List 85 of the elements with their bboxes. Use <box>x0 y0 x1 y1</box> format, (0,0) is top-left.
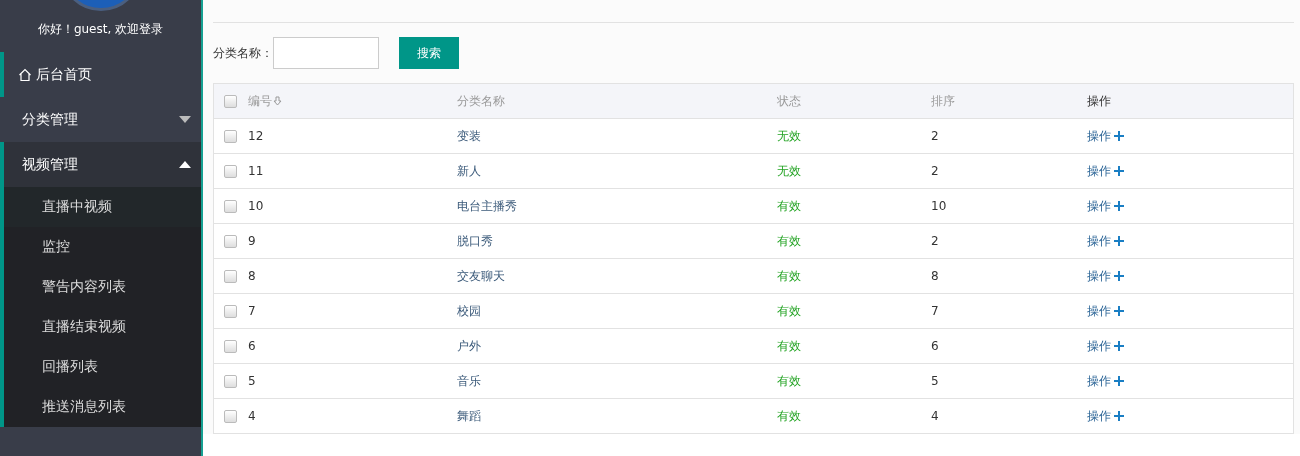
checkbox[interactable] <box>224 374 237 388</box>
plus-icon <box>1114 201 1124 211</box>
submenu-item[interactable]: 直播中视频 <box>4 187 201 227</box>
table-cell-text: 5 <box>931 374 940 388</box>
action-link[interactable]: 操作 <box>1087 197 1124 215</box>
submenu-item[interactable]: 回播列表 <box>4 347 201 387</box>
table-cell-text: 10 <box>931 199 948 213</box>
table-cell-text: 12 <box>248 129 265 143</box>
sort-icon[interactable] <box>273 96 282 106</box>
checkbox[interactable] <box>224 94 237 108</box>
table-cell-text: 有效 <box>777 197 802 215</box>
table-cell-text: 无效 <box>777 127 802 145</box>
table-cell-text: 舞蹈 <box>457 407 482 425</box>
field-label: 分类名称： <box>213 44 273 62</box>
plus-icon <box>1114 341 1124 351</box>
plus-icon <box>1114 306 1124 316</box>
plus-icon <box>1114 236 1124 246</box>
table-cell-text: 5 <box>248 374 257 388</box>
table-cell-text: 8 <box>248 269 257 283</box>
menu-group[interactable]: 视频管理 <box>4 142 201 187</box>
table-cell-text: 电台主播秀 <box>457 197 518 215</box>
table-cell-text: 变装 <box>457 127 482 145</box>
action-link[interactable]: 操作 <box>1087 302 1124 320</box>
caret-up-icon <box>179 161 191 168</box>
submenu-item[interactable]: 直播结束视频 <box>4 307 201 347</box>
action-link[interactable]: 操作 <box>1087 232 1124 250</box>
table-cell-text: 11 <box>248 164 265 178</box>
column-header: 分类名称 <box>457 92 505 110</box>
table-cell-text: 7 <box>248 304 257 318</box>
table-cell-text: 2 <box>931 234 940 248</box>
table-cell-text: 有效 <box>777 232 802 250</box>
table-cell-text: 校园 <box>457 302 482 320</box>
plus-icon <box>1114 376 1124 386</box>
table-cell-text: 无效 <box>777 162 802 180</box>
column-header: 编号 <box>248 92 272 110</box>
checkbox[interactable] <box>224 304 237 318</box>
table-cell-text: 脱口秀 <box>457 232 494 250</box>
greeting: 你好！guest, 欢迎登录 <box>36 21 165 38</box>
column-header: 状态 <box>777 92 801 110</box>
action-link[interactable]: 操作 <box>1087 407 1124 425</box>
table-cell-text: 有效 <box>777 407 802 425</box>
table-cell-text: 户外 <box>457 337 482 355</box>
table-cell-text: 6 <box>931 339 940 353</box>
table-cell-text: 9 <box>248 234 257 248</box>
checkbox[interactable] <box>224 339 237 353</box>
table-cell-text: 有效 <box>777 302 802 320</box>
table-cell-text: 8 <box>931 269 940 283</box>
table-cell-text: 7 <box>931 304 940 318</box>
table-cell-text: 有效 <box>777 267 802 285</box>
table-cell-text: 新人 <box>457 162 482 180</box>
table-cell-text: 有效 <box>777 337 802 355</box>
column-header: 操作 <box>1087 92 1111 110</box>
plus-icon <box>1114 271 1124 281</box>
search-button[interactable]: 搜索 <box>399 37 459 69</box>
submenu-item[interactable]: 监控 <box>4 227 201 267</box>
submenu-item[interactable]: 警告内容列表 <box>4 267 201 307</box>
table-cell-text: 音乐 <box>457 372 482 390</box>
checkbox[interactable] <box>224 164 237 178</box>
plus-icon <box>1114 166 1124 176</box>
home-icon <box>18 67 32 82</box>
table-cell-text: 2 <box>931 164 940 178</box>
table-cell-text: 2 <box>931 129 940 143</box>
search-field[interactable] <box>273 37 379 69</box>
submenu-item[interactable]: 推送消息列表 <box>4 387 201 427</box>
table-cell-text: 交友聊天 <box>457 267 506 285</box>
action-link[interactable]: 操作 <box>1087 162 1124 180</box>
checkbox[interactable] <box>224 269 237 283</box>
action-link[interactable]: 操作 <box>1087 337 1124 355</box>
checkbox[interactable] <box>224 129 237 143</box>
table-cell-text: 4 <box>931 409 940 423</box>
checkbox[interactable] <box>224 409 237 423</box>
plus-icon <box>1114 411 1124 421</box>
checkbox[interactable] <box>224 234 237 248</box>
menu-group[interactable]: 分类管理 <box>4 97 201 142</box>
table-cell-text: 有效 <box>777 372 802 390</box>
caret-down-icon <box>179 116 191 123</box>
plus-icon <box>1114 131 1124 141</box>
action-link[interactable]: 操作 <box>1087 127 1124 145</box>
column-header: 排序 <box>931 92 955 110</box>
checkbox[interactable] <box>224 199 237 213</box>
table-cell-text: 10 <box>248 199 265 213</box>
action-link[interactable]: 操作 <box>1087 372 1124 390</box>
action-link[interactable]: 操作 <box>1087 267 1124 285</box>
table-cell-text: 4 <box>248 409 257 423</box>
table-cell-text: 6 <box>248 339 257 353</box>
